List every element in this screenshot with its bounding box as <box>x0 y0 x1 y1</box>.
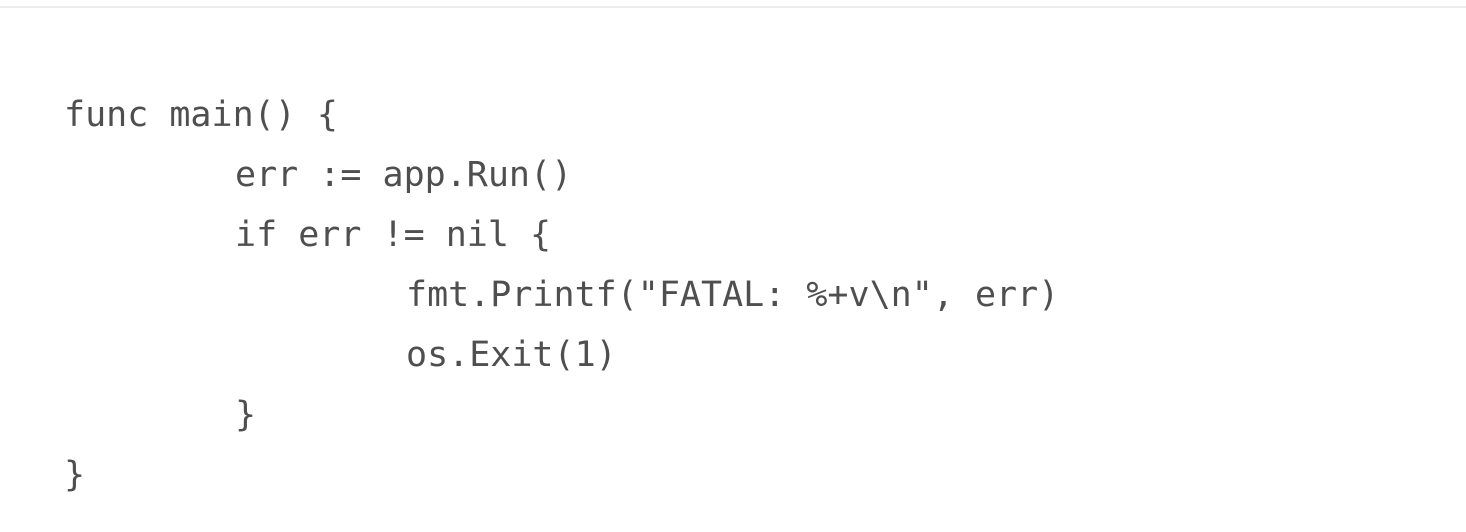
code-line: err := app.Run() <box>235 155 573 195</box>
code-line: fmt.Printf("FATAL: %+v\n", err) <box>406 275 1060 315</box>
code-panel: func main() { err := app.Run() if err != n… <box>0 6 1466 532</box>
code-line: } <box>64 455 86 495</box>
code-line: if err != nil { <box>235 215 552 255</box>
code-block: func main() { err := app.Run() if err != n… <box>64 85 1059 505</box>
code-line: } <box>235 395 257 435</box>
code-line: func main() { <box>64 95 338 135</box>
code-line: os.Exit(1) <box>406 335 617 375</box>
